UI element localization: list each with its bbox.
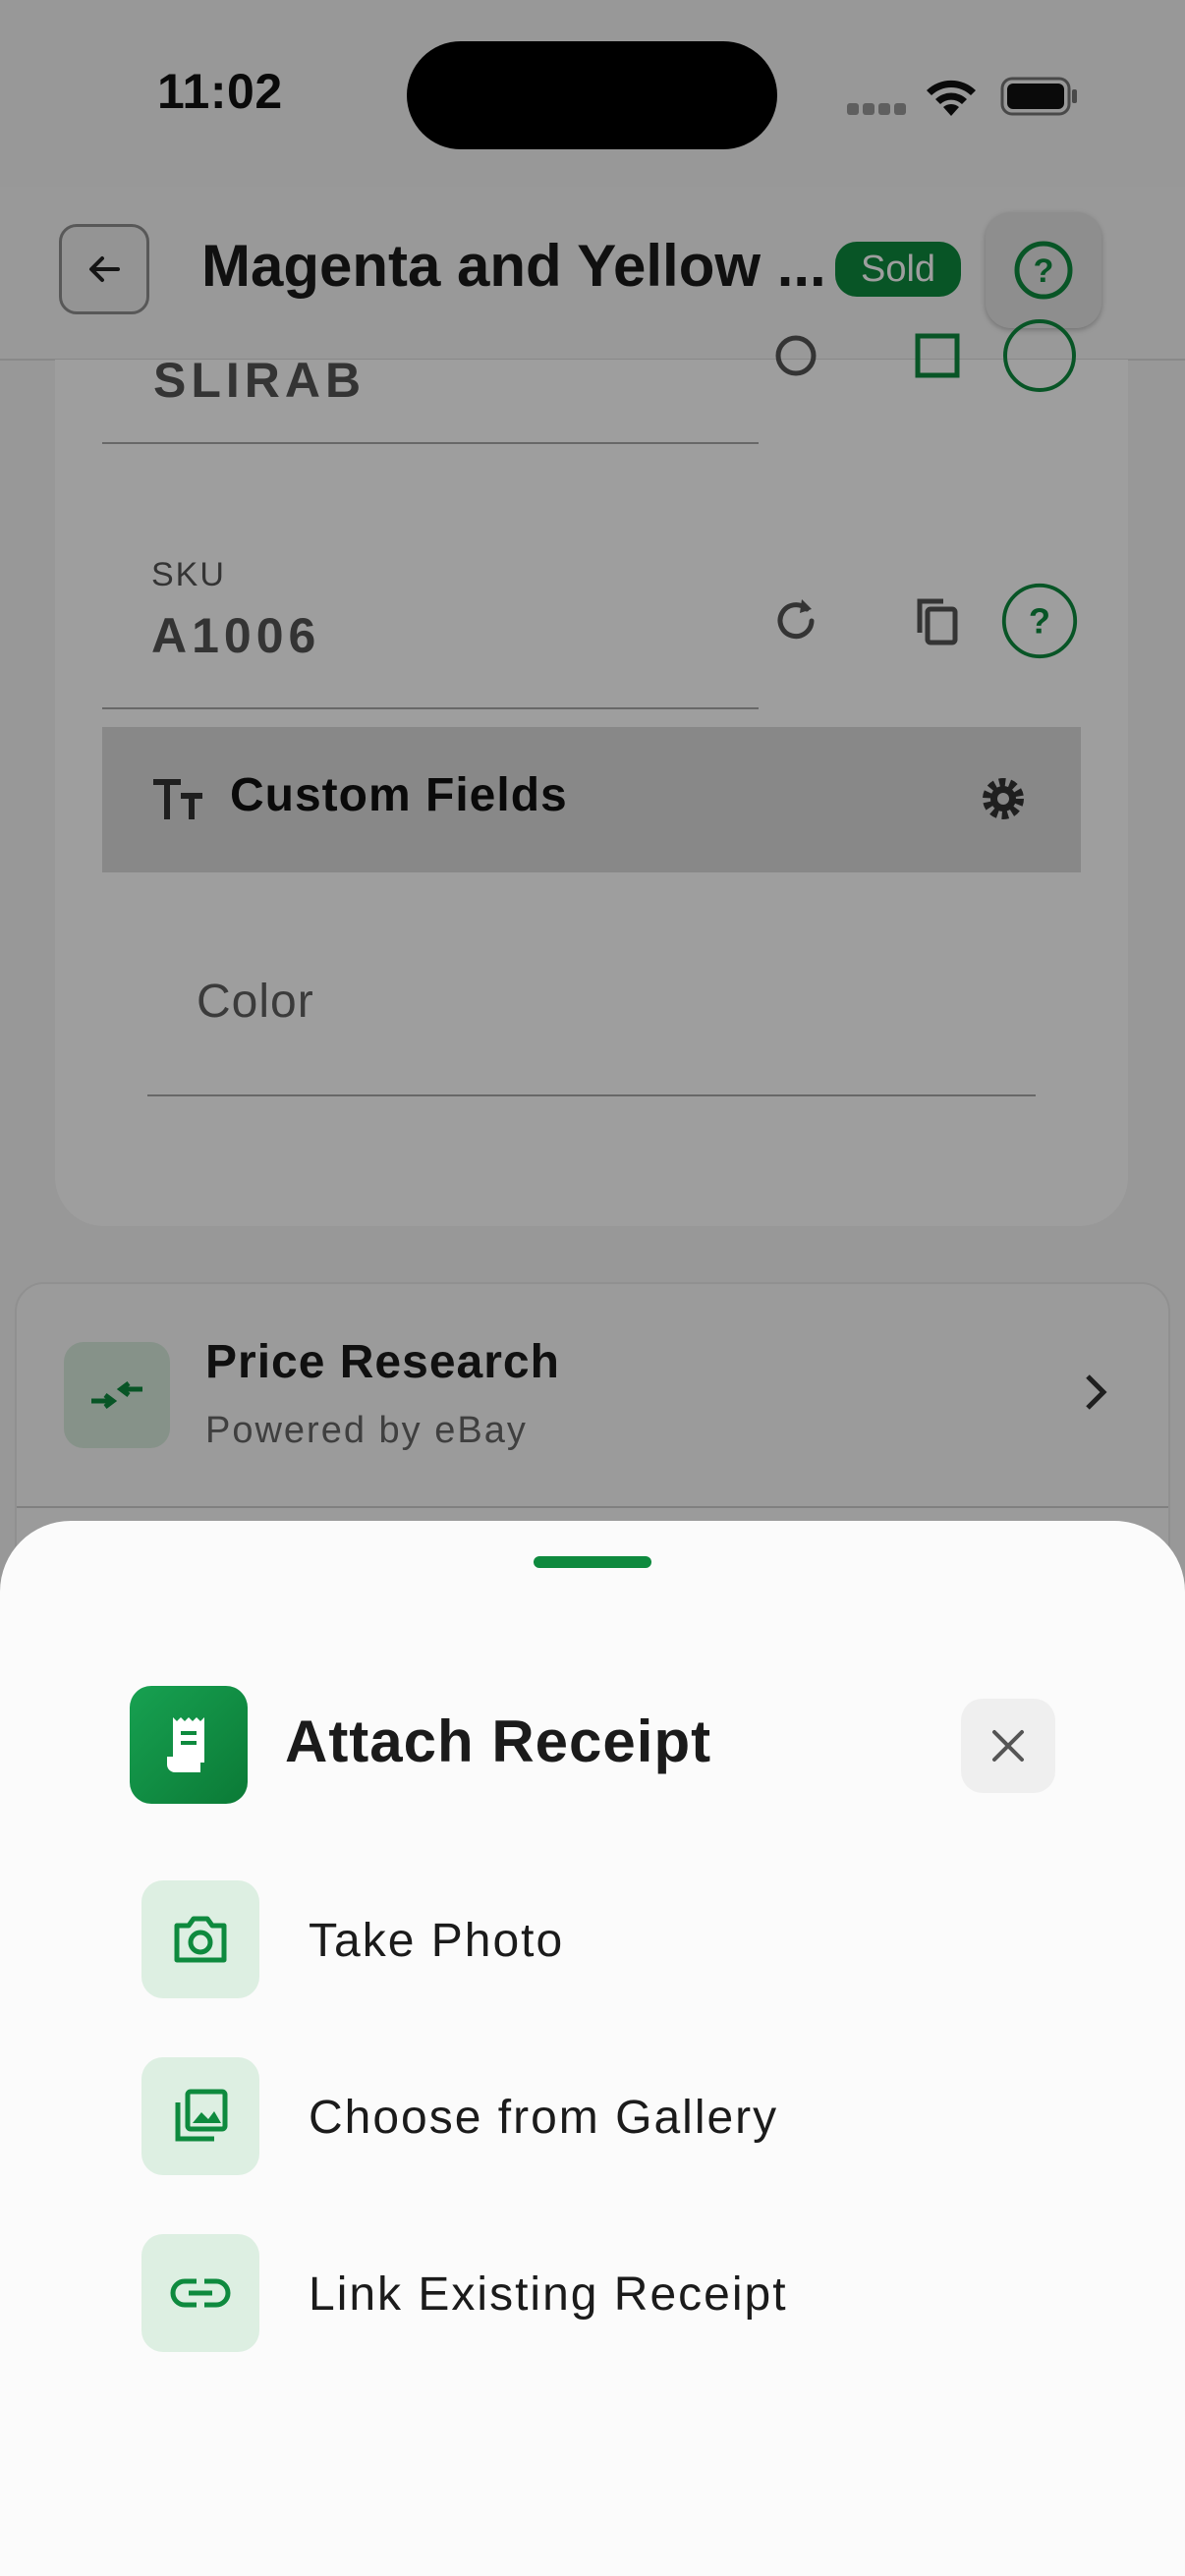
camera-icon [141,1880,259,1998]
close-icon [992,1730,1024,1762]
sheet-drag-handle[interactable] [534,1556,651,1568]
link-icon [141,2234,259,2352]
option-label: Link Existing Receipt [309,2268,788,2321]
gallery-icon [141,2057,259,2175]
option-link-existing[interactable]: Link Existing Receipt [141,2234,1026,2352]
close-button[interactable] [961,1699,1055,1793]
option-label: Choose from Gallery [309,2092,779,2144]
option-label: Take Photo [309,1915,565,1967]
option-choose-gallery[interactable]: Choose from Gallery [141,2057,1026,2175]
screen: { "status_bar": { "time": "11:02" }, "he… [0,0,1185,2576]
attach-receipt-sheet: Attach Receipt Take Photo Choose from Ga… [0,1521,1185,2576]
option-take-photo[interactable]: Take Photo [141,1880,1026,1998]
sheet-title: Attach Receipt [285,1708,712,1774]
receipt-icon [130,1686,248,1804]
